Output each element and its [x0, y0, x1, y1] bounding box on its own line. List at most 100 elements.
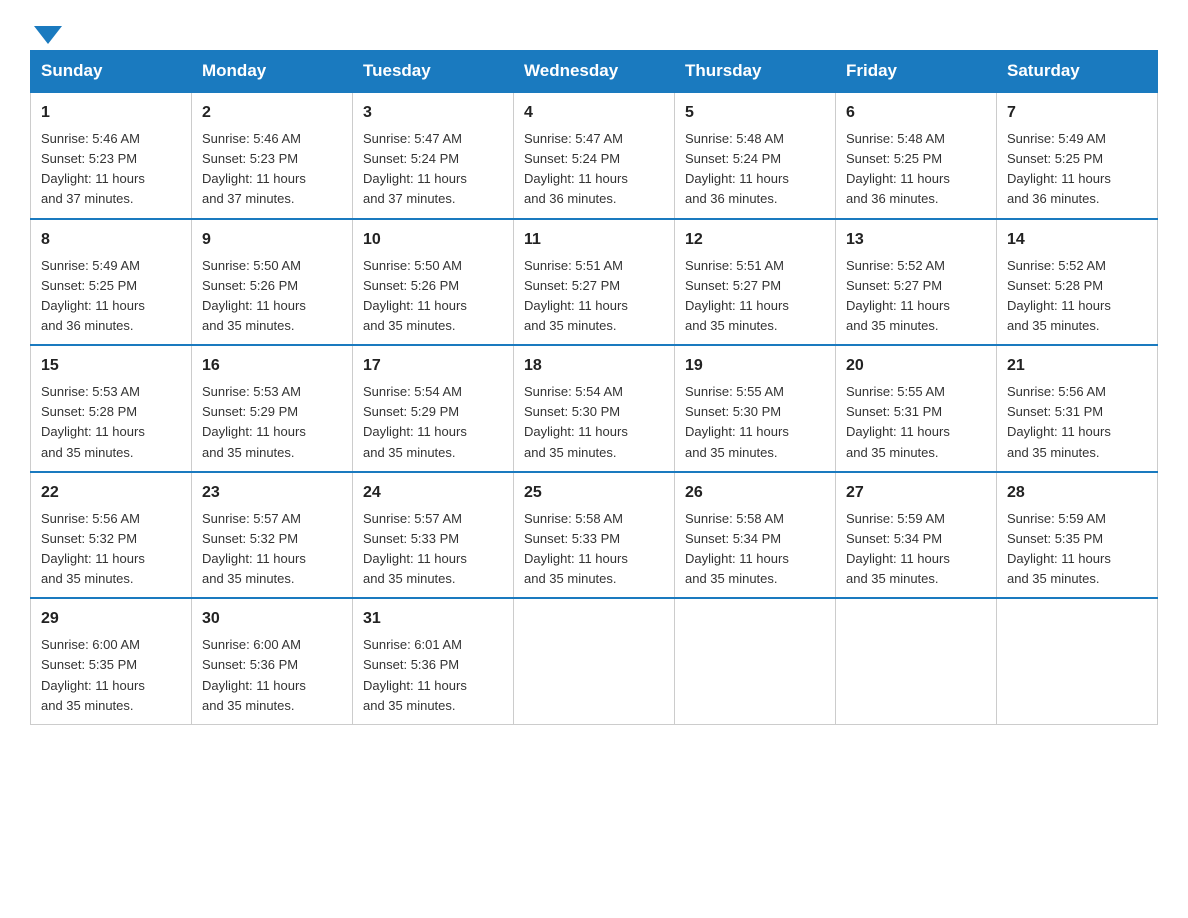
day-number: 9 — [202, 228, 342, 252]
calendar-cell: 19 Sunrise: 5:55 AMSunset: 5:30 PMDayligh… — [675, 345, 836, 472]
calendar-week-row: 1 Sunrise: 5:46 AMSunset: 5:23 PMDaylight… — [31, 92, 1158, 219]
day-number: 18 — [524, 354, 664, 378]
day-info: Sunrise: 5:57 AMSunset: 5:33 PMDaylight:… — [363, 509, 503, 590]
day-number: 28 — [1007, 481, 1147, 505]
weekday-header-saturday: Saturday — [997, 51, 1158, 93]
day-number: 20 — [846, 354, 986, 378]
day-number: 29 — [41, 607, 181, 631]
day-info: Sunrise: 5:51 AMSunset: 5:27 PMDaylight:… — [524, 256, 664, 337]
day-info: Sunrise: 5:55 AMSunset: 5:31 PMDaylight:… — [846, 382, 986, 463]
day-info: Sunrise: 5:53 AMSunset: 5:29 PMDaylight:… — [202, 382, 342, 463]
calendar-cell — [675, 598, 836, 724]
calendar-cell: 13 Sunrise: 5:52 AMSunset: 5:27 PMDayligh… — [836, 219, 997, 346]
day-number: 13 — [846, 228, 986, 252]
page-header — [30, 20, 1158, 40]
day-number: 1 — [41, 101, 181, 125]
calendar-week-row: 15 Sunrise: 5:53 AMSunset: 5:28 PMDayligh… — [31, 345, 1158, 472]
calendar-cell: 21 Sunrise: 5:56 AMSunset: 5:31 PMDayligh… — [997, 345, 1158, 472]
day-info: Sunrise: 5:59 AMSunset: 5:35 PMDaylight:… — [1007, 509, 1147, 590]
day-number: 10 — [363, 228, 503, 252]
calendar-cell: 11 Sunrise: 5:51 AMSunset: 5:27 PMDayligh… — [514, 219, 675, 346]
calendar-cell — [514, 598, 675, 724]
day-info: Sunrise: 5:54 AMSunset: 5:30 PMDaylight:… — [524, 382, 664, 463]
day-info: Sunrise: 5:48 AMSunset: 5:25 PMDaylight:… — [846, 129, 986, 210]
day-info: Sunrise: 5:51 AMSunset: 5:27 PMDaylight:… — [685, 256, 825, 337]
day-number: 21 — [1007, 354, 1147, 378]
day-info: Sunrise: 5:50 AMSunset: 5:26 PMDaylight:… — [363, 256, 503, 337]
day-number: 16 — [202, 354, 342, 378]
calendar-cell: 25Sunrise: 5:58 AMSunset: 5:33 PMDayligh… — [514, 472, 675, 599]
day-info: Sunrise: 5:52 AMSunset: 5:27 PMDaylight:… — [846, 256, 986, 337]
calendar-cell: 8 Sunrise: 5:49 AMSunset: 5:25 PMDaylight… — [31, 219, 192, 346]
calendar-cell: 6 Sunrise: 5:48 AMSunset: 5:25 PMDaylight… — [836, 92, 997, 219]
day-number: 2 — [202, 101, 342, 125]
logo — [30, 20, 62, 40]
calendar-cell: 7Sunrise: 5:49 AMSunset: 5:25 PMDaylight… — [997, 92, 1158, 219]
calendar-cell: 27 Sunrise: 5:59 AMSunset: 5:34 PMDayligh… — [836, 472, 997, 599]
day-info: Sunrise: 5:58 AMSunset: 5:33 PMDaylight:… — [524, 509, 664, 590]
day-number: 22 — [41, 481, 181, 505]
weekday-header-tuesday: Tuesday — [353, 51, 514, 93]
calendar-cell: 2 Sunrise: 5:46 AMSunset: 5:23 PMDaylight… — [192, 92, 353, 219]
day-number: 7 — [1007, 101, 1147, 125]
calendar-cell: 31Sunrise: 6:01 AMSunset: 5:36 PMDayligh… — [353, 598, 514, 724]
day-info: Sunrise: 5:57 AMSunset: 5:32 PMDaylight:… — [202, 509, 342, 590]
day-number: 11 — [524, 228, 664, 252]
day-info: Sunrise: 5:49 AMSunset: 5:25 PMDaylight:… — [41, 256, 181, 337]
calendar-cell: 29 Sunrise: 6:00 AMSunset: 5:35 PMDayligh… — [31, 598, 192, 724]
day-number: 15 — [41, 354, 181, 378]
day-info: Sunrise: 5:53 AMSunset: 5:28 PMDaylight:… — [41, 382, 181, 463]
day-number: 3 — [363, 101, 503, 125]
day-info: Sunrise: 5:47 AMSunset: 5:24 PMDaylight:… — [363, 129, 503, 210]
calendar-cell: 9 Sunrise: 5:50 AMSunset: 5:26 PMDaylight… — [192, 219, 353, 346]
day-info: Sunrise: 5:56 AMSunset: 5:31 PMDaylight:… — [1007, 382, 1147, 463]
calendar-cell: 22 Sunrise: 5:56 AMSunset: 5:32 PMDayligh… — [31, 472, 192, 599]
day-number: 4 — [524, 101, 664, 125]
calendar-cell: 4Sunrise: 5:47 AMSunset: 5:24 PMDaylight… — [514, 92, 675, 219]
calendar-week-row: 8 Sunrise: 5:49 AMSunset: 5:25 PMDaylight… — [31, 219, 1158, 346]
weekday-header-thursday: Thursday — [675, 51, 836, 93]
day-info: Sunrise: 6:00 AMSunset: 5:35 PMDaylight:… — [41, 635, 181, 716]
day-info: Sunrise: 5:46 AMSunset: 5:23 PMDaylight:… — [41, 129, 181, 210]
day-info: Sunrise: 5:59 AMSunset: 5:34 PMDaylight:… — [846, 509, 986, 590]
day-info: Sunrise: 5:50 AMSunset: 5:26 PMDaylight:… — [202, 256, 342, 337]
day-number: 17 — [363, 354, 503, 378]
calendar-cell: 24 Sunrise: 5:57 AMSunset: 5:33 PMDayligh… — [353, 472, 514, 599]
weekday-header-monday: Monday — [192, 51, 353, 93]
calendar-week-row: 29 Sunrise: 6:00 AMSunset: 5:35 PMDayligh… — [31, 598, 1158, 724]
day-info: Sunrise: 5:56 AMSunset: 5:32 PMDaylight:… — [41, 509, 181, 590]
calendar-cell: 26 Sunrise: 5:58 AMSunset: 5:34 PMDayligh… — [675, 472, 836, 599]
day-info: Sunrise: 6:00 AMSunset: 5:36 PMDaylight:… — [202, 635, 342, 716]
day-info: Sunrise: 5:58 AMSunset: 5:34 PMDaylight:… — [685, 509, 825, 590]
day-info: Sunrise: 5:52 AMSunset: 5:28 PMDaylight:… — [1007, 256, 1147, 337]
day-number: 24 — [363, 481, 503, 505]
calendar-cell: 5Sunrise: 5:48 AMSunset: 5:24 PMDaylight… — [675, 92, 836, 219]
day-number: 19 — [685, 354, 825, 378]
calendar-cell: 10 Sunrise: 5:50 AMSunset: 5:26 PMDayligh… — [353, 219, 514, 346]
day-number: 27 — [846, 481, 986, 505]
calendar-cell: 30Sunrise: 6:00 AMSunset: 5:36 PMDayligh… — [192, 598, 353, 724]
weekday-header-friday: Friday — [836, 51, 997, 93]
day-number: 26 — [685, 481, 825, 505]
calendar-cell: 20 Sunrise: 5:55 AMSunset: 5:31 PMDayligh… — [836, 345, 997, 472]
calendar-cell — [997, 598, 1158, 724]
day-number: 14 — [1007, 228, 1147, 252]
weekday-header-row: SundayMondayTuesdayWednesdayThursdayFrid… — [31, 51, 1158, 93]
day-number: 12 — [685, 228, 825, 252]
day-number: 8 — [41, 228, 181, 252]
day-number: 5 — [685, 101, 825, 125]
calendar-cell: 18 Sunrise: 5:54 AMSunset: 5:30 PMDayligh… — [514, 345, 675, 472]
calendar-cell — [836, 598, 997, 724]
calendar-cell: 23 Sunrise: 5:57 AMSunset: 5:32 PMDayligh… — [192, 472, 353, 599]
calendar-cell: 12 Sunrise: 5:51 AMSunset: 5:27 PMDayligh… — [675, 219, 836, 346]
day-number: 6 — [846, 101, 986, 125]
day-info: Sunrise: 5:54 AMSunset: 5:29 PMDaylight:… — [363, 382, 503, 463]
calendar-cell: 28 Sunrise: 5:59 AMSunset: 5:35 PMDayligh… — [997, 472, 1158, 599]
day-info: Sunrise: 5:46 AMSunset: 5:23 PMDaylight:… — [202, 129, 342, 210]
day-number: 23 — [202, 481, 342, 505]
calendar-cell: 1 Sunrise: 5:46 AMSunset: 5:23 PMDaylight… — [31, 92, 192, 219]
day-info: Sunrise: 5:55 AMSunset: 5:30 PMDaylight:… — [685, 382, 825, 463]
calendar-cell: 3 Sunrise: 5:47 AMSunset: 5:24 PMDaylight… — [353, 92, 514, 219]
calendar-table: SundayMondayTuesdayWednesdayThursdayFrid… — [30, 50, 1158, 725]
day-info: Sunrise: 6:01 AMSunset: 5:36 PMDaylight:… — [363, 635, 503, 716]
